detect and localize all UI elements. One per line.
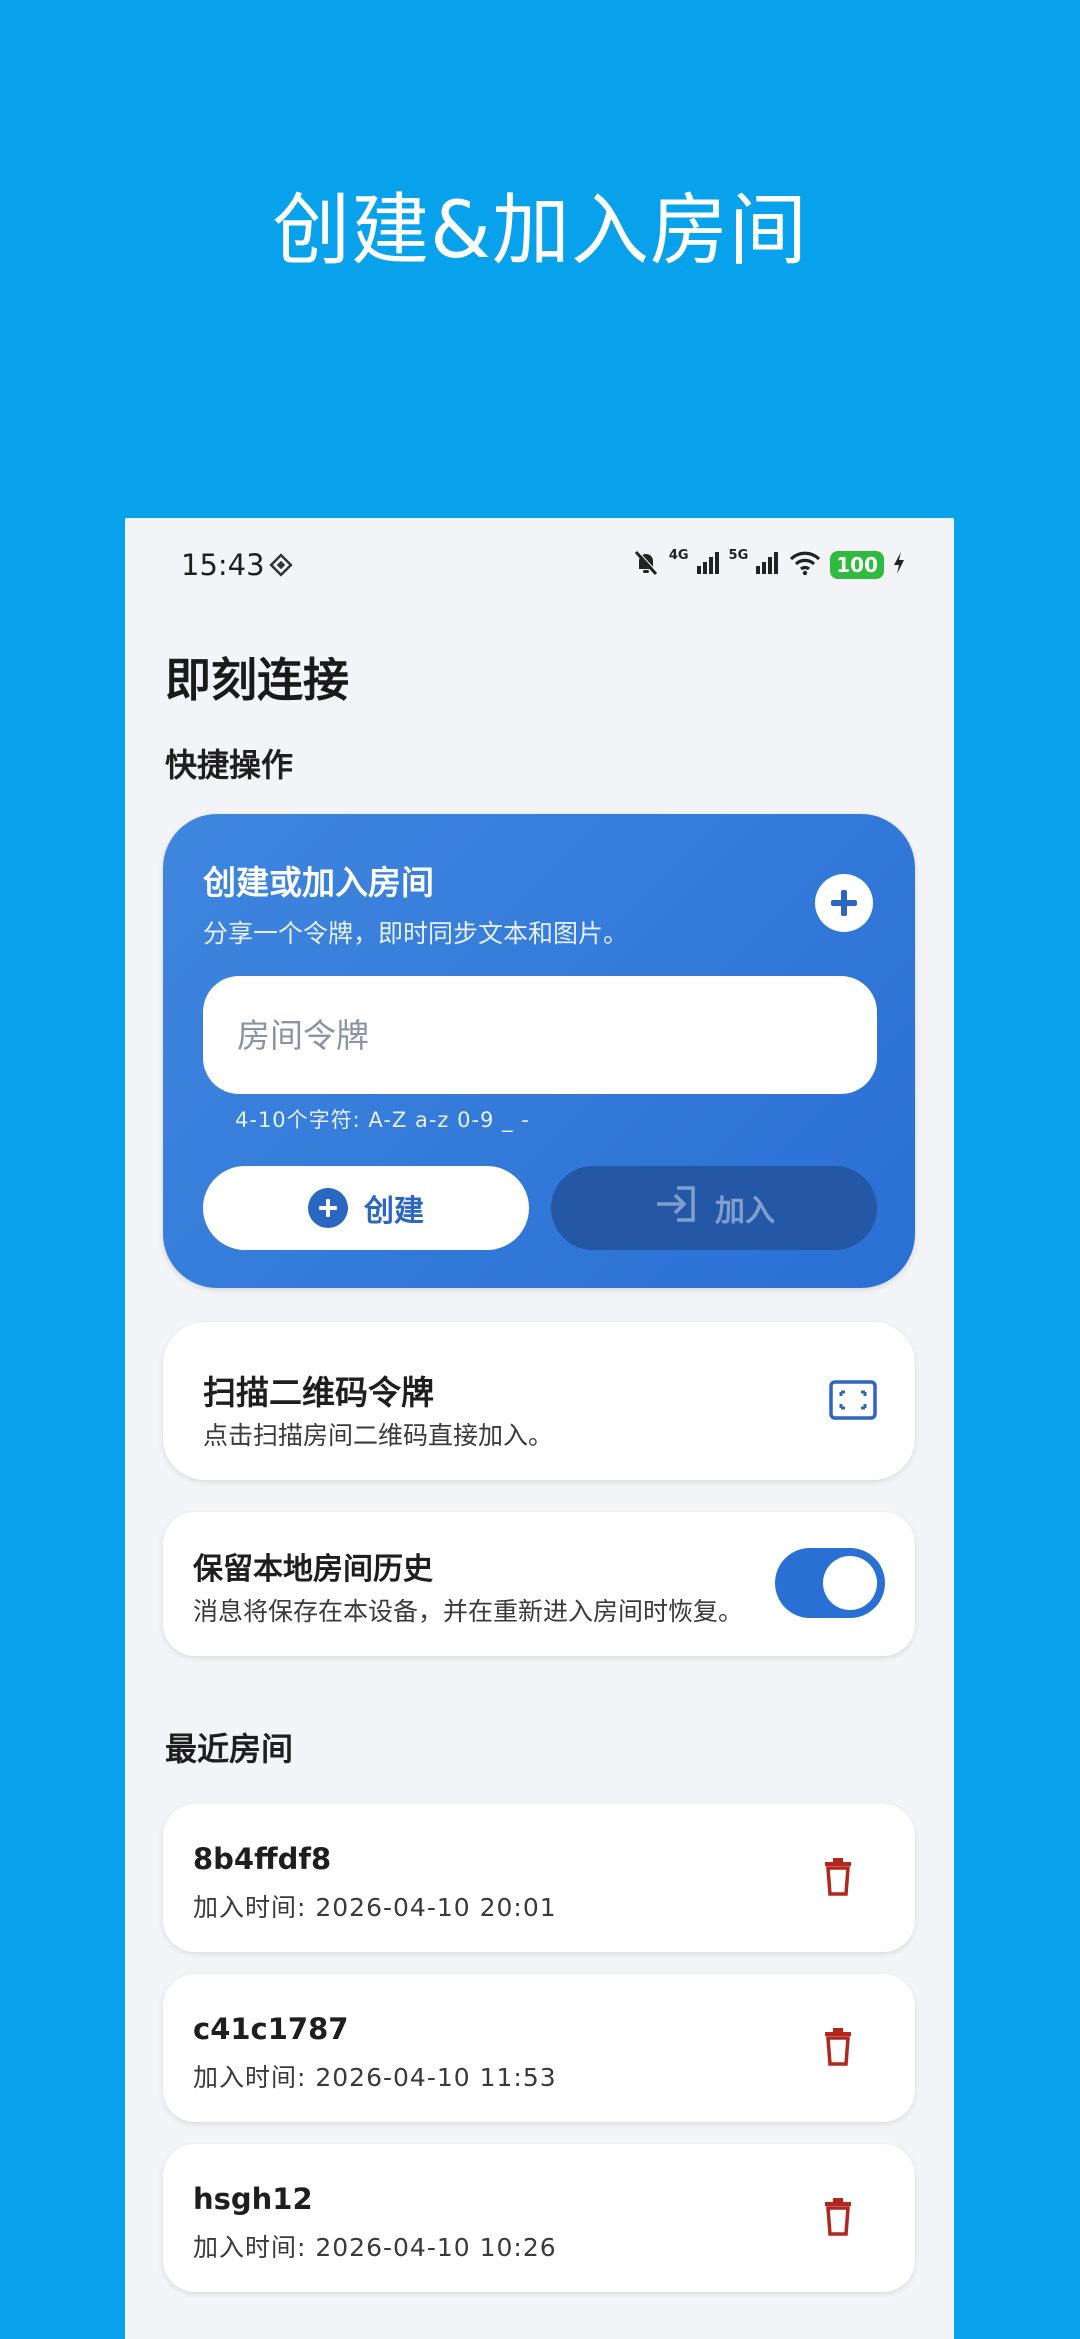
recent-room-item[interactable]: c41c1787 加入时间: 2026-04-10 11:53 <box>163 1974 915 2122</box>
network-4g-label: 4G <box>668 547 689 563</box>
mute-bell-icon <box>631 548 661 582</box>
create-join-card: 创建或加入房间 分享一个令牌，即时同步文本和图片。 4-10个字符: A-Z a… <box>163 814 915 1288</box>
room-token-input[interactable] <box>203 976 877 1094</box>
status-icons: 4G 5G 100 <box>631 548 906 582</box>
create-join-description: 分享一个令牌，即时同步文本和图片。 <box>203 919 629 948</box>
battery-indicator: 100 <box>830 551 884 579</box>
room-name: hsgh12 <box>193 2182 313 2216</box>
toggle-knob <box>823 1556 877 1610</box>
promo-title: 创建&加入房间 <box>272 186 808 276</box>
scan-qr-description: 点击扫描房间二维码直接加入。 <box>203 1421 554 1450</box>
status-time: 15:43 <box>181 548 265 582</box>
create-button[interactable]: 创建 <box>203 1166 529 1250</box>
room-name: 8b4ffdf8 <box>193 1842 332 1876</box>
join-button[interactable]: 加入 <box>551 1166 877 1250</box>
local-history-card: 保留本地房间历史 消息将保存在本设备，并在重新进入房间时恢复。 <box>163 1512 915 1656</box>
wifi-icon <box>788 550 822 580</box>
delete-trash-icon[interactable] <box>823 2026 853 2070</box>
qr-scan-icon[interactable] <box>829 1380 877 1424</box>
create-button-label: 创建 <box>364 1194 424 1229</box>
signal-icon <box>695 550 721 580</box>
plus-circle-icon <box>308 1188 348 1228</box>
delete-trash-icon[interactable] <box>823 1856 853 1900</box>
token-hint: 4-10个字符: A-Z a-z 0-9 _ - <box>235 1108 530 1132</box>
room-name: c41c1787 <box>193 2012 349 2046</box>
recent-rooms-label: 最近房间 <box>165 1730 294 1768</box>
recent-room-item[interactable]: hsgh12 加入时间: 2026-04-10 10:26 <box>163 2144 915 2292</box>
join-button-label: 加入 <box>715 1194 775 1229</box>
room-join-time: 加入时间: 2026-04-10 20:01 <box>193 1893 557 1922</box>
room-join-time: 加入时间: 2026-04-10 11:53 <box>193 2063 557 2092</box>
scan-qr-title: 扫描二维码令牌 <box>203 1373 434 1412</box>
network-5g-label: 5G <box>728 547 749 563</box>
notification-diamond-icon <box>268 552 294 582</box>
phone-screen: 15:43 4G 5G 100 即刻连接 快捷操作 创建或加入房间 分享一个令牌… <box>125 518 954 2339</box>
create-join-title: 创建或加入房间 <box>203 863 434 902</box>
status-bar: 15:43 4G 5G 100 <box>125 518 954 614</box>
login-icon <box>653 1184 699 1232</box>
add-icon[interactable] <box>815 874 873 932</box>
room-join-time: 加入时间: 2026-04-10 10:26 <box>193 2233 557 2262</box>
scan-qr-card[interactable]: 扫描二维码令牌 点击扫描房间二维码直接加入。 <box>163 1322 915 1480</box>
quick-actions-label: 快捷操作 <box>165 746 294 784</box>
local-history-title: 保留本地房间历史 <box>193 1552 433 1587</box>
recent-room-item[interactable]: 8b4ffdf8 加入时间: 2026-04-10 20:01 <box>163 1804 915 1952</box>
local-history-toggle[interactable] <box>775 1548 885 1618</box>
charging-bolt-icon <box>892 551 906 579</box>
delete-trash-icon[interactable] <box>823 2196 853 2240</box>
app-title: 即刻连接 <box>165 653 349 707</box>
signal-icon-2 <box>754 550 780 580</box>
local-history-description: 消息将保存在本设备，并在重新进入房间时恢复。 <box>193 1597 744 1626</box>
